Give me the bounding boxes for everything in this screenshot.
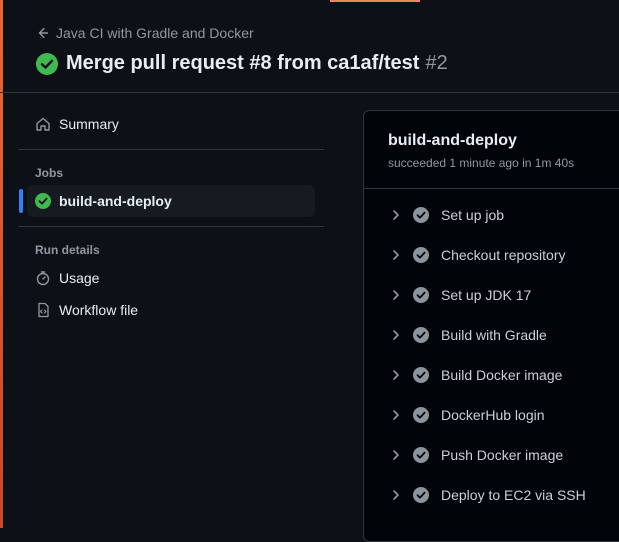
- sidebar-item-build-and-deploy[interactable]: build-and-deploy: [19, 185, 315, 217]
- sidebar-item-label: Usage: [59, 270, 100, 286]
- back-link-label: Java CI with Gradle and Docker: [56, 25, 254, 41]
- job-step[interactable]: Build Docker image: [364, 355, 619, 395]
- sidebar-divider: [19, 226, 324, 227]
- step-success-check-icon: [413, 367, 429, 383]
- job-step[interactable]: Build with Gradle: [364, 315, 619, 355]
- sidebar-divider: [19, 149, 324, 150]
- chevron-right-icon: [393, 490, 399, 500]
- step-label: Push Docker image: [441, 447, 564, 463]
- chevron-right-icon: [393, 450, 399, 460]
- job-status-text: succeeded 1 minute ago in 1m 40s: [388, 156, 575, 170]
- step-success-check-icon: [413, 327, 429, 343]
- window-edge-accent: [0, 0, 3, 528]
- sidebar-item-usage[interactable]: Usage: [19, 262, 324, 294]
- step-success-check-icon: [413, 287, 429, 303]
- job-step[interactable]: DockerHub login: [364, 395, 619, 435]
- run-header: Java CI with Gradle and Docker Merge pul…: [36, 24, 448, 75]
- sidebar-item-label: Summary: [59, 116, 119, 132]
- chevron-right-icon: [393, 250, 399, 260]
- run-details-section-heading: Run details: [35, 243, 100, 257]
- job-step[interactable]: Deploy to EC2 via SSH: [364, 475, 619, 515]
- file-code-icon: [38, 302, 49, 318]
- run-number: #2: [425, 52, 448, 74]
- step-success-check-icon: [413, 487, 429, 503]
- job-step[interactable]: Set up JDK 17: [364, 275, 619, 315]
- stopwatch-icon: [36, 271, 50, 286]
- sidebar-item-label: Workflow file: [59, 302, 139, 318]
- step-label: DockerHub login: [441, 407, 545, 423]
- job-panel: build-and-deploy succeeded 1 minute ago …: [363, 110, 619, 542]
- sidebar-item-workflow-file[interactable]: Workflow file: [19, 294, 324, 326]
- step-success-check-icon: [413, 407, 429, 423]
- page-title: Merge pull request #8 from ca1af/test: [66, 52, 420, 74]
- job-steps-list: Set up job Checkout repository Set up JD…: [364, 189, 619, 515]
- active-tab-underline: [330, 0, 420, 2]
- job-panel-header: build-and-deploy succeeded 1 minute ago …: [364, 111, 619, 189]
- arrow-left-icon: [38, 27, 49, 39]
- chevron-right-icon: [393, 370, 399, 380]
- success-check-icon: [36, 52, 58, 75]
- step-label: Set up JDK 17: [441, 287, 532, 303]
- job-step[interactable]: Checkout repository: [364, 235, 619, 275]
- step-label: Build with Gradle: [441, 327, 547, 343]
- jobs-section-heading: Jobs: [35, 166, 64, 180]
- step-label: Set up job: [441, 207, 505, 223]
- job-step[interactable]: Set up job: [364, 195, 619, 235]
- step-success-check-icon: [413, 247, 429, 263]
- back-to-workflow-link[interactable]: Java CI with Gradle and Docker: [36, 24, 448, 42]
- success-check-icon: [35, 193, 51, 209]
- job-title: build-and-deploy: [388, 132, 517, 149]
- run-title-row: Merge pull request #8 from ca1af/test #2: [36, 52, 448, 75]
- sidebar-item-label: build-and-deploy: [59, 193, 172, 209]
- sidebar: Summary Jobs build-and-deploy Run detail…: [19, 108, 324, 326]
- chevron-right-icon: [393, 210, 399, 220]
- step-success-check-icon: [413, 447, 429, 463]
- chevron-right-icon: [393, 290, 399, 300]
- job-step[interactable]: Push Docker image: [364, 435, 619, 475]
- header-divider: [0, 92, 619, 93]
- step-success-check-icon: [413, 207, 429, 223]
- step-label: Checkout repository: [441, 247, 566, 263]
- step-label: Build Docker image: [441, 367, 563, 383]
- step-label: Deploy to EC2 via SSH: [441, 487, 586, 503]
- chevron-right-icon: [393, 330, 399, 340]
- home-icon: [36, 117, 50, 131]
- chevron-right-icon: [393, 410, 399, 420]
- sidebar-item-summary[interactable]: Summary: [19, 108, 324, 140]
